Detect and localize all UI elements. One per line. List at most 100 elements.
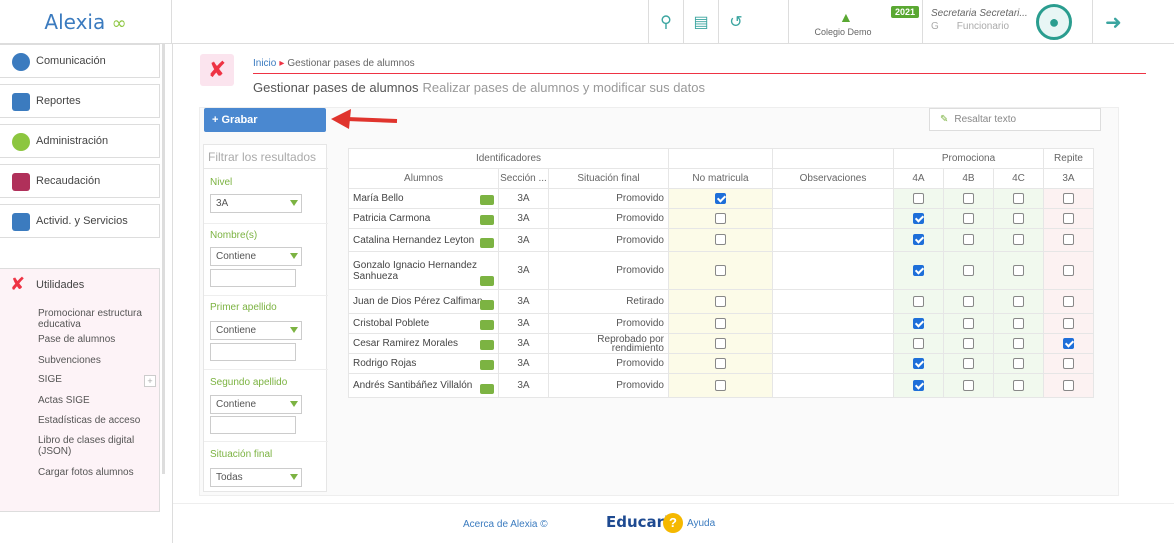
student-card-icon[interactable] (480, 195, 494, 205)
col-alumnos[interactable]: Alumnos (348, 168, 499, 189)
observaciones-cell[interactable] (772, 289, 894, 314)
checkbox[interactable] (1063, 192, 1074, 204)
ayuda-link[interactable]: Ayuda (687, 518, 715, 529)
help-icon[interactable]: ? (663, 513, 683, 533)
checkbox[interactable] (913, 295, 924, 307)
checkbox[interactable] (1013, 234, 1024, 246)
sub-libro-clases[interactable]: Libro de clases digital (JSON) (38, 435, 153, 457)
col-observaciones[interactable]: Observaciones (772, 168, 894, 189)
nombre-operator-select[interactable]: Contiene (210, 247, 302, 266)
col-repite-3a[interactable]: 3A (1043, 168, 1094, 189)
checkbox[interactable] (963, 379, 974, 391)
checkbox[interactable] (715, 212, 726, 224)
checkbox[interactable] (1013, 357, 1024, 369)
checkbox[interactable] (913, 317, 924, 329)
checkbox[interactable] (913, 192, 924, 204)
search-icon[interactable]: ⚲ (648, 0, 683, 44)
checkbox[interactable] (715, 379, 726, 391)
checkbox[interactable] (1013, 379, 1024, 391)
checkbox[interactable] (1013, 212, 1024, 224)
observaciones-cell[interactable] (772, 228, 894, 252)
primer-apellido-input[interactable] (210, 343, 296, 361)
resaltar-texto-input[interactable]: ✎ Resaltar texto (929, 108, 1101, 131)
checkbox[interactable] (1063, 317, 1074, 329)
checkbox[interactable] (1013, 317, 1024, 329)
checkbox[interactable] (963, 295, 974, 307)
segundo-apellido-input[interactable] (210, 416, 296, 434)
observaciones-cell[interactable] (772, 251, 894, 290)
col-4a[interactable]: 4A (893, 168, 944, 189)
checkbox[interactable] (1063, 234, 1074, 246)
user-menu[interactable]: Secretaria Secretari... G Funcionario ● (923, 0, 1093, 44)
nivel-select[interactable]: 3A (210, 194, 302, 213)
checkbox[interactable] (1063, 295, 1074, 307)
col-no-matricula[interactable]: No matricula (668, 168, 773, 189)
checkbox[interactable] (913, 337, 924, 349)
checkbox[interactable] (963, 192, 974, 204)
observaciones-cell[interactable] (772, 353, 894, 374)
checkbox[interactable] (1063, 264, 1074, 276)
primer-apellido-operator-select[interactable]: Contiene (210, 321, 302, 340)
checkbox[interactable] (1063, 212, 1074, 224)
sub-actas-sige[interactable]: Actas SIGE (38, 395, 153, 406)
checkbox[interactable] (963, 264, 974, 276)
student-card-icon[interactable] (480, 340, 494, 350)
student-card-icon[interactable] (480, 300, 494, 310)
colegio-selector[interactable]: ▲ Colegio Demo 2021 (788, 0, 923, 44)
logout-icon[interactable]: ➜ (1105, 10, 1122, 35)
grabar-button[interactable]: + Grabar (204, 108, 326, 132)
checkbox[interactable] (715, 264, 726, 276)
student-card-icon[interactable] (480, 276, 494, 286)
sub-promocionar[interactable]: Promocionar estructura educativa (38, 308, 153, 330)
sidebar-item-utilidades[interactable]: ✘ Utilidades Promocionar estructura educ… (0, 268, 160, 512)
avatar[interactable]: ● (1036, 4, 1072, 40)
history-icon[interactable]: ↺ (718, 0, 753, 44)
checkbox[interactable] (913, 212, 924, 224)
checkbox[interactable] (963, 234, 974, 246)
checkbox[interactable] (1013, 264, 1024, 276)
observaciones-cell[interactable] (772, 313, 894, 334)
checkbox[interactable] (963, 317, 974, 329)
year-badge[interactable]: 2021 (891, 6, 920, 18)
expand-plus-icon[interactable]: + (144, 375, 156, 387)
student-card-icon[interactable] (480, 238, 494, 248)
filter-search-input[interactable]: Filtrar los resultados (204, 145, 328, 169)
observaciones-cell[interactable] (772, 208, 894, 229)
checkbox[interactable] (715, 234, 726, 246)
observaciones-cell[interactable] (772, 333, 894, 354)
sub-cargar-fotos[interactable]: Cargar fotos alumnos (38, 467, 153, 478)
sub-estadisticas[interactable]: Estadísticas de acceso (38, 415, 153, 426)
student-card-icon[interactable] (480, 215, 494, 225)
checkbox[interactable] (1063, 337, 1074, 349)
sub-pase-alumnos[interactable]: Pase de alumnos (38, 334, 153, 345)
col-4c[interactable]: 4C (993, 168, 1044, 189)
sidebar-item-recaudacion[interactable]: Recaudación (0, 164, 160, 198)
checkbox[interactable] (715, 317, 726, 329)
checkbox[interactable] (913, 264, 924, 276)
sidebar-item-administracion[interactable]: Administración (0, 124, 160, 158)
situacion-final-select[interactable]: Todas (210, 468, 302, 487)
breadcrumb-home[interactable]: Inicio (253, 58, 276, 69)
checkbox[interactable] (963, 337, 974, 349)
checkbox[interactable] (1013, 295, 1024, 307)
observaciones-cell[interactable] (772, 188, 894, 209)
checkbox[interactable] (715, 192, 726, 204)
sub-sige[interactable]: SIGE (38, 374, 153, 385)
observaciones-cell[interactable] (772, 373, 894, 398)
checkbox[interactable] (1013, 337, 1024, 349)
segundo-apellido-operator-select[interactable]: Contiene (210, 395, 302, 414)
sidebar-scrollbar[interactable] (162, 44, 165, 474)
student-card-icon[interactable] (480, 384, 494, 394)
checkbox[interactable] (715, 295, 726, 307)
sidebar-item-actividades[interactable]: Activid. y Servicios (0, 204, 160, 238)
sub-subvenciones[interactable]: Subvenciones (38, 355, 153, 366)
checkbox[interactable] (1063, 357, 1074, 369)
checkbox[interactable] (1063, 379, 1074, 391)
checkbox[interactable] (963, 357, 974, 369)
sidebar-item-reportes[interactable]: Reportes (0, 84, 160, 118)
document-icon[interactable]: ▤ (683, 0, 718, 44)
col-4b[interactable]: 4B (943, 168, 994, 189)
checkbox[interactable] (913, 379, 924, 391)
checkbox[interactable] (913, 234, 924, 246)
checkbox[interactable] (963, 212, 974, 224)
